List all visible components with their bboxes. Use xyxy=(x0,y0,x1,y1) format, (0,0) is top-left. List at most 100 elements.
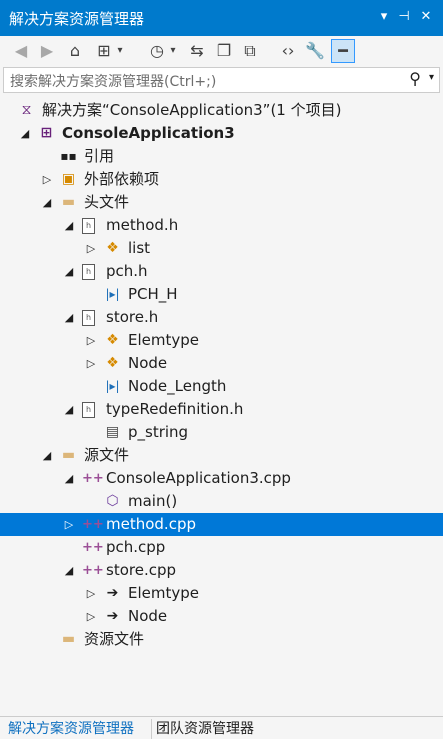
search-box[interactable]: 搜索解决方案资源管理器(Ctrl+;) ⚲ ▾ xyxy=(3,67,440,93)
collapsed-arrow-icon[interactable]: ▷ xyxy=(84,329,98,352)
tree-row[interactable]: ▷ ▣ 外部依赖项 xyxy=(0,168,443,191)
typedef-icon: ▤ xyxy=(105,424,120,440)
properties-icon[interactable]: 🔧 xyxy=(303,39,327,63)
tree-row[interactable]: ⬡ main() xyxy=(0,490,443,513)
tree-row[interactable]: ◢ h method.h xyxy=(0,214,443,237)
show-all-files-icon[interactable]: ⧉ xyxy=(238,39,262,63)
dropdown-icon[interactable]: ▾ xyxy=(375,8,393,26)
tree-item-label: ConsoleApplication3.cpp xyxy=(106,469,291,487)
back-icon[interactable]: ◀ xyxy=(9,39,33,63)
tree-row[interactable]: ▷ ❖ Elemtype xyxy=(0,329,443,352)
collapsed-arrow-icon[interactable]: ▷ xyxy=(84,582,98,605)
class-icon: ❖ xyxy=(106,355,119,371)
preview-selected-icon[interactable]: ━ xyxy=(331,39,355,63)
tree-row[interactable]: ◢ ++ store.cpp xyxy=(0,559,443,582)
tree-item-label: method.h xyxy=(106,216,179,234)
tree-row[interactable]: ▤ p_string xyxy=(0,421,443,444)
collapsed-arrow-icon[interactable]: ▷ xyxy=(84,352,98,375)
expanded-arrow-icon[interactable]: ◢ xyxy=(62,214,76,237)
cpp-file-icon: ++ xyxy=(82,563,104,578)
tree-row[interactable]: ◢ ▬ 源文件 xyxy=(0,444,443,467)
search-options-dropdown-icon[interactable]: ▾ xyxy=(429,72,434,83)
tree-item-label: p_string xyxy=(128,423,189,441)
collapsed-arrow-icon[interactable]: ▷ xyxy=(84,605,98,628)
cpp-project-icon: ⊞ xyxy=(40,125,53,141)
method-icon: ⬡ xyxy=(106,493,119,509)
cpp-file-icon: ++ xyxy=(82,471,104,486)
tree-row[interactable]: ▷ ➔ Elemtype xyxy=(0,582,443,605)
home-icon[interactable]: ⌂ xyxy=(63,39,87,63)
expanded-arrow-icon[interactable]: ◢ xyxy=(40,444,54,467)
dropdown-icon[interactable]: ▾ xyxy=(166,39,180,63)
tree-item-label: 头文件 xyxy=(84,193,130,211)
solution-tree: ⧖ 解决方案“ConsoleApplication3”(1 个项目) ◢ ⊞ Conso… xyxy=(0,96,443,716)
tree-item-label: 资源文件 xyxy=(84,630,145,648)
expanded-arrow-icon[interactable]: ◢ xyxy=(62,559,76,582)
tree-row[interactable]: ◢ h store.h xyxy=(0,306,443,329)
tree-row[interactable]: |▸| PCH_H xyxy=(0,283,443,306)
external-dependencies-icon: ▣ xyxy=(61,171,76,187)
tree-item-label: PCH_H xyxy=(128,285,178,303)
cpp-file-icon: ++ xyxy=(82,517,104,532)
cpp-file-icon: ++ xyxy=(82,540,104,555)
arrow-icon: ➔ xyxy=(106,585,119,601)
tab-team-explorer[interactable]: 团队资源管理器 xyxy=(151,719,258,739)
expanded-arrow-icon[interactable]: ◢ xyxy=(62,467,76,490)
arrow-icon: ➔ xyxy=(106,608,119,624)
expanded-arrow-icon[interactable]: ◢ xyxy=(62,398,76,421)
references-icon: ▪▪ xyxy=(60,149,77,163)
close-icon[interactable]: ✕ xyxy=(417,8,435,26)
tree-row[interactable]: ▷ ❖ list xyxy=(0,237,443,260)
expanded-arrow-icon[interactable]: ◢ xyxy=(62,306,76,329)
search-placeholder: 搜索解决方案资源管理器(Ctrl+;) xyxy=(10,74,217,90)
tree-item-label: Node xyxy=(128,607,168,625)
forward-icon[interactable]: ▶ xyxy=(35,39,59,63)
tree-item-label: 外部依赖项 xyxy=(84,170,160,188)
collapsed-arrow-icon[interactable]: ▷ xyxy=(84,237,98,260)
tab-solution-explorer[interactable]: 解决方案资源管理器 xyxy=(4,719,138,739)
tree-row[interactable]: ⧖ 解决方案“ConsoleApplication3”(1 个项目) xyxy=(0,99,443,122)
tree-row[interactable]: ▪▪ 引用 xyxy=(0,145,443,168)
macro-icon: |▸| xyxy=(105,379,120,393)
class-icon: ❖ xyxy=(106,240,119,256)
tree-row[interactable]: |▸| Node_Length xyxy=(0,375,443,398)
filter-folder-icon: ▬ xyxy=(61,194,76,210)
tree-row[interactable]: ◢ h typeRedefinition.h xyxy=(0,398,443,421)
tree-row[interactable]: ◢ ⊞ ConsoleApplication3 xyxy=(0,122,443,145)
view-code-icon[interactable]: ‹› xyxy=(276,39,300,63)
tree-item-label: list xyxy=(128,239,151,257)
tree-row[interactable]: ◢ ▬ 头文件 xyxy=(0,191,443,214)
solution-icon: ⧖ xyxy=(21,102,32,118)
tree-item-label: Node xyxy=(128,354,168,372)
tree-item-label: 引用 xyxy=(84,147,115,165)
tree-item-label: store.cpp xyxy=(106,561,176,579)
sync-icon[interactable]: ⇆ xyxy=(185,39,209,63)
tree-row[interactable]: ▬ 资源文件 xyxy=(0,628,443,651)
collapse-all-icon[interactable]: ❐ xyxy=(212,39,236,63)
tree-row[interactable]: ◢ h pch.h xyxy=(0,260,443,283)
expanded-arrow-icon[interactable]: ◢ xyxy=(62,260,76,283)
tree-item-label: Elemtype xyxy=(128,584,199,602)
tree-row[interactable]: ▷ ++ method.cpp xyxy=(0,513,443,536)
tree-item-label: Elemtype xyxy=(128,331,199,349)
tree-row[interactable]: ++ pch.cpp xyxy=(0,536,443,559)
filter-folder-icon: ▬ xyxy=(61,631,76,647)
tree-row[interactable]: ▷ ➔ Node xyxy=(0,605,443,628)
search-icon[interactable]: ⚲ xyxy=(409,69,421,88)
header-file-icon: h xyxy=(82,218,95,234)
panel-title: 解决方案资源管理器 xyxy=(9,10,145,28)
pin-icon[interactable]: ⊣ xyxy=(395,8,413,26)
header-file-icon: h xyxy=(82,310,95,326)
macro-icon: |▸| xyxy=(105,287,120,301)
header-file-icon: h xyxy=(82,264,95,280)
expanded-arrow-icon[interactable]: ◢ xyxy=(18,122,32,145)
collapsed-arrow-icon[interactable]: ▷ xyxy=(40,168,54,191)
class-icon: ❖ xyxy=(106,332,119,348)
tree-row[interactable]: ▷ ❖ Node xyxy=(0,352,443,375)
dropdown-icon[interactable]: ▾ xyxy=(113,39,127,63)
tree-item-label: Node_Length xyxy=(128,377,227,395)
expanded-arrow-icon[interactable]: ◢ xyxy=(40,191,54,214)
tree-row[interactable]: ◢ ++ ConsoleApplication3.cpp xyxy=(0,467,443,490)
collapsed-arrow-icon[interactable]: ▷ xyxy=(62,513,76,536)
tree-item-label: typeRedefinition.h xyxy=(106,400,244,418)
